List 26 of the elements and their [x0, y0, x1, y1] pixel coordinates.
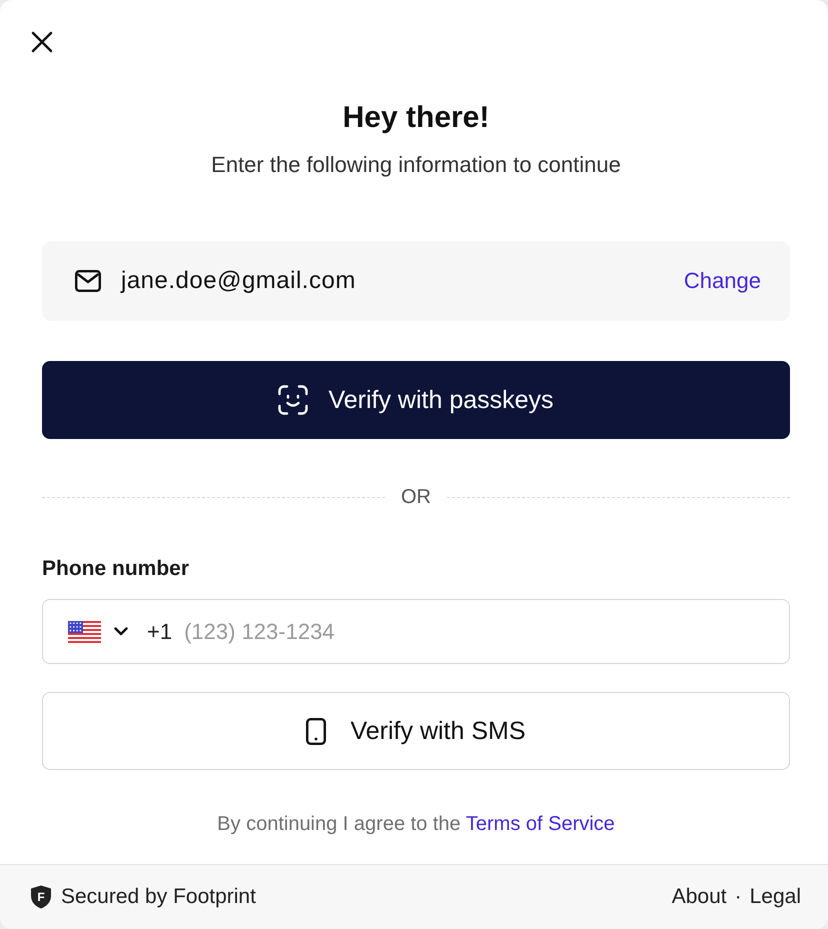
- footer-link[interactable]: About: [672, 885, 727, 909]
- divider-label: OR: [401, 485, 431, 509]
- chevron-down-icon: [114, 627, 128, 636]
- phone-input[interactable]: (123) 123-1234: [184, 616, 769, 646]
- email-address: jane.doe@gmail.com: [121, 267, 357, 295]
- dialog-subtitle: Enter the following information to continue: [210, 151, 622, 179]
- mail-icon: [75, 270, 101, 292]
- close-button[interactable]: [31, 31, 53, 53]
- country-select[interactable]: [68, 620, 128, 642]
- close-icon: [31, 31, 53, 53]
- dial-code: +1: [147, 618, 172, 644]
- secured-by-text: Secured by Footprint: [61, 885, 256, 909]
- terms-text: By continuing I agree to the Terms of Service: [216, 812, 616, 836]
- separator-dot: ·: [734, 885, 742, 909]
- change-link[interactable]: Change: [684, 268, 761, 294]
- dialog-title: Hey there!: [342, 100, 490, 136]
- terms-link[interactable]: Terms of Service: [466, 813, 615, 835]
- flag-icon: [68, 620, 101, 642]
- passkey-button[interactable]: Verify with passkeys: [42, 361, 790, 439]
- field-label: Phone number: [42, 556, 190, 582]
- sms-button[interactable]: Verify with SMS: [42, 692, 790, 770]
- phone-field[interactable]: +1 (123) 123-1234: [42, 599, 790, 664]
- footer-link[interactable]: Legal: [750, 885, 801, 909]
- phone-icon: [306, 718, 326, 744]
- face-scan-icon: [278, 385, 308, 415]
- shield-logo: F: [30, 885, 52, 909]
